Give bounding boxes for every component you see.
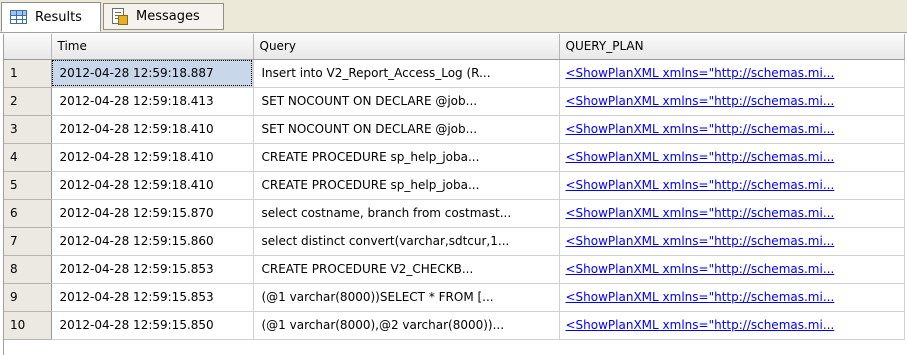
query-plan-link[interactable]: <ShowPlanXML xmlns="http://schemas.mi... <box>559 283 905 312</box>
cell-time[interactable]: 2012-04-28 12:59:18.410 <box>51 143 254 172</box>
results-grid[interactable]: Time Query QUERY_PLAN 1 2012-04-28 12:59… <box>3 34 907 355</box>
cell-time[interactable]: 2012-04-28 12:59:15.853 <box>51 283 254 312</box>
row-number[interactable]: 4 <box>4 143 52 172</box>
query-plan-link[interactable]: <ShowPlanXML xmlns="http://schemas.mi... <box>559 59 905 88</box>
cell-time[interactable]: 2012-04-28 12:59:18.410 <box>51 115 254 144</box>
row-number[interactable]: 1 <box>4 59 52 88</box>
row-number[interactable]: 10 <box>4 311 52 340</box>
table-row: 7 2012-04-28 12:59:15.860 select distinc… <box>4 227 905 256</box>
row-number[interactable]: 5 <box>4 171 52 200</box>
cell-query[interactable]: SET NOCOUNT ON DECLARE @job... <box>253 87 560 116</box>
table-row: 9 2012-04-28 12:59:15.853 (@1 varchar(80… <box>4 283 905 312</box>
cell-query[interactable]: CREATE PROCEDURE sp_help_joba... <box>253 143 560 172</box>
cell-query[interactable]: (@1 varchar(8000))SELECT * FROM [... <box>253 283 560 312</box>
messages-icon-badge <box>118 14 128 25</box>
cell-time[interactable]: 2012-04-28 12:59:15.860 <box>51 227 254 256</box>
query-plan-link[interactable]: <ShowPlanXML xmlns="http://schemas.mi... <box>559 227 905 256</box>
table-row: 5 2012-04-28 12:59:18.410 CREATE PROCEDU… <box>4 171 905 200</box>
table-row: 2 2012-04-28 12:59:18.413 SET NOCOUNT ON… <box>4 87 905 116</box>
query-plan-link[interactable]: <ShowPlanXML xmlns="http://schemas.mi... <box>559 143 905 172</box>
row-number[interactable]: 3 <box>4 115 52 144</box>
query-plan-link[interactable]: <ShowPlanXML xmlns="http://schemas.mi... <box>559 255 905 284</box>
row-number[interactable]: 2 <box>4 87 52 116</box>
query-plan-link[interactable]: <ShowPlanXML xmlns="http://schemas.mi... <box>559 171 905 200</box>
row-number[interactable]: 8 <box>4 255 52 284</box>
row-number[interactable]: 6 <box>4 199 52 228</box>
tab-results[interactable]: Results <box>1 2 101 32</box>
cell-time[interactable]: 2012-04-28 12:59:15.850 <box>51 311 254 340</box>
column-header-query-plan[interactable]: QUERY_PLAN <box>559 34 905 60</box>
grid-icon <box>10 10 27 24</box>
cell-time[interactable]: 2012-04-28 12:59:15.870 <box>51 199 254 228</box>
results-pane: Results Messages Time Query QUERY_PLAN 1… <box>0 0 907 355</box>
table-row: 4 2012-04-28 12:59:18.410 CREATE PROCEDU… <box>4 143 905 172</box>
query-plan-link[interactable]: <ShowPlanXML xmlns="http://schemas.mi... <box>559 115 905 144</box>
query-plan-link[interactable]: <ShowPlanXML xmlns="http://schemas.mi... <box>559 199 905 228</box>
query-plan-link[interactable]: <ShowPlanXML xmlns="http://schemas.mi... <box>559 87 905 116</box>
cell-time[interactable]: 2012-04-28 12:59:18.887 <box>51 59 254 88</box>
tab-messages-label: Messages <box>136 9 200 24</box>
table-row: 1 2012-04-28 12:59:18.887 Insert into V2… <box>4 59 905 88</box>
header-row: Time Query QUERY_PLAN <box>4 34 905 60</box>
messages-icon <box>112 7 128 26</box>
cell-query[interactable]: select distinct convert(varchar,sdtcur,1… <box>253 227 560 256</box>
cell-query[interactable]: select costname, branch from costmast... <box>253 199 560 228</box>
results-tab-strip: Results Messages <box>0 0 907 33</box>
column-header-query[interactable]: Query <box>253 34 560 60</box>
table-row: 6 2012-04-28 12:59:15.870 select costnam… <box>4 199 905 228</box>
row-number[interactable]: 7 <box>4 227 52 256</box>
cell-time[interactable]: 2012-04-28 12:59:15.853 <box>51 255 254 284</box>
table-row: 8 2012-04-28 12:59:15.853 CREATE PROCEDU… <box>4 255 905 284</box>
cell-time[interactable]: 2012-04-28 12:59:18.413 <box>51 87 254 116</box>
cell-query[interactable]: Insert into V2_Report_Access_Log (R... <box>253 59 560 88</box>
row-number[interactable]: 9 <box>4 283 52 312</box>
results-table: Time Query QUERY_PLAN 1 2012-04-28 12:59… <box>4 34 905 340</box>
cell-time[interactable]: 2012-04-28 12:59:18.410 <box>51 171 254 200</box>
cell-query[interactable]: CREATE PROCEDURE sp_help_joba... <box>253 171 560 200</box>
cell-query[interactable]: (@1 varchar(8000),@2 varchar(8000))... <box>253 311 560 340</box>
tab-messages[interactable]: Messages <box>103 3 224 30</box>
table-row: 10 2012-04-28 12:59:15.850 (@1 varchar(8… <box>4 311 905 340</box>
column-header-time[interactable]: Time <box>51 34 254 60</box>
query-plan-link[interactable]: <ShowPlanXML xmlns="http://schemas.mi... <box>559 311 905 340</box>
grid-corner[interactable] <box>4 34 52 60</box>
cell-query[interactable]: CREATE PROCEDURE V2_CHECKB... <box>253 255 560 284</box>
cell-query[interactable]: SET NOCOUNT ON DECLARE @job... <box>253 115 560 144</box>
table-row: 3 2012-04-28 12:59:18.410 SET NOCOUNT ON… <box>4 115 905 144</box>
tab-results-label: Results <box>35 9 82 25</box>
